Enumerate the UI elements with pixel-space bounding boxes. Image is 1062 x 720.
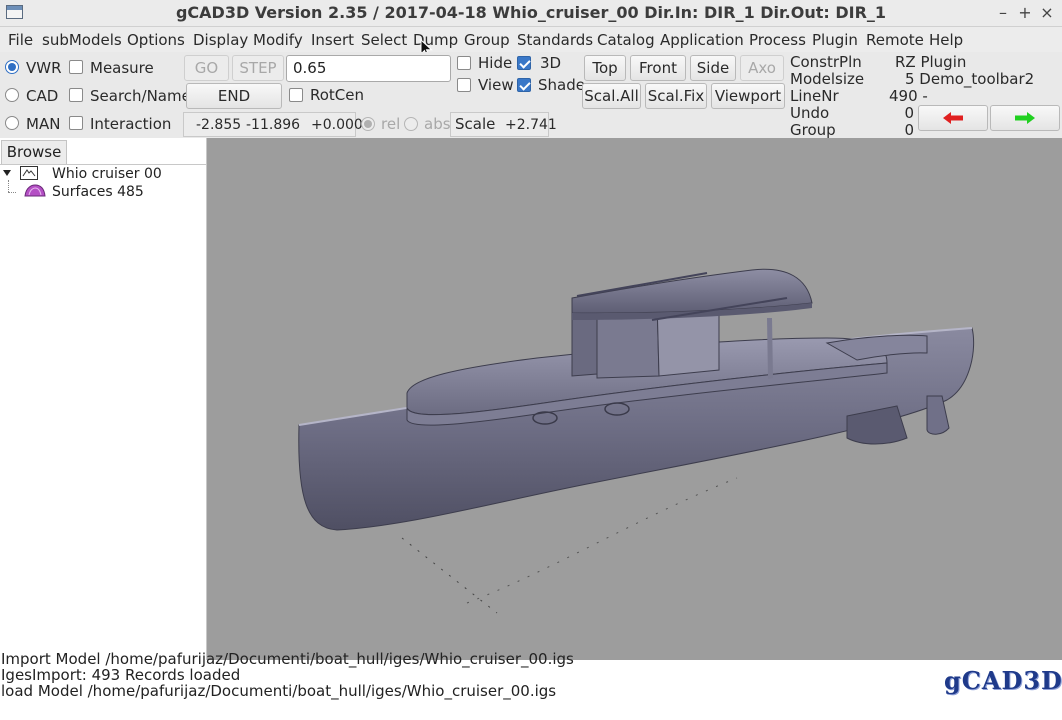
mode-vwr-radio[interactable] xyxy=(5,60,19,74)
mode-man-label: MAN xyxy=(26,115,61,133)
step-button[interactable]: STEP xyxy=(232,55,284,81)
constrpln-value: RZ Plugin xyxy=(895,53,967,71)
scale-value: +2.741 xyxy=(505,117,557,133)
close-icon[interactable]: × xyxy=(1038,3,1056,22)
boat-model-render xyxy=(298,268,975,614)
rel-label: rel xyxy=(381,115,401,133)
search-name-checkbox[interactable] xyxy=(69,88,83,102)
menu-catalog[interactable]: Catalog xyxy=(597,31,655,49)
measure-checkbox[interactable] xyxy=(69,60,83,74)
message-area: Import Model /home/pafurijaz/Documenti/b… xyxy=(0,650,935,720)
browser-panel: Whio cruiser 00 Surfaces 485 xyxy=(0,138,207,660)
shade-checkbox[interactable] xyxy=(517,78,531,92)
model-file-icon xyxy=(20,166,38,180)
mode-man-radio[interactable] xyxy=(5,116,19,130)
rotcen-label: RotCen xyxy=(310,86,365,104)
menu-bar: File subModels Options Display Modify In… xyxy=(0,27,1062,58)
maximize-icon[interactable]: + xyxy=(1016,3,1034,22)
mode-cad-label: CAD xyxy=(26,87,59,105)
interaction-label: Interaction xyxy=(90,115,172,133)
scale-all-button[interactable]: Scal.All xyxy=(582,83,641,109)
coord-y: -11.896 xyxy=(246,117,301,133)
search-name-label: Search/Name xyxy=(90,87,191,105)
top-view-button[interactable]: Top xyxy=(584,55,626,81)
constrpln-key: ConstrPln xyxy=(790,53,862,71)
scale-fix-button[interactable]: Scal.Fix xyxy=(645,83,707,109)
scale-label: Scale xyxy=(455,115,496,133)
coord-z: +0.000 xyxy=(311,117,363,133)
rel-radio[interactable] xyxy=(361,117,375,131)
side-view-button[interactable]: Side xyxy=(690,55,736,81)
hide-label: Hide xyxy=(478,54,513,72)
shade-label: Shade xyxy=(538,76,585,94)
tree-connector-h xyxy=(8,192,16,194)
group-value: 0 xyxy=(904,121,914,139)
step-value-input[interactable]: 0.65 xyxy=(286,55,451,82)
surfaces-icon xyxy=(24,184,46,197)
menu-insert[interactable]: Insert xyxy=(311,31,354,49)
tree-root-label[interactable]: Whio cruiser 00 xyxy=(52,166,162,182)
menu-submodels[interactable]: subModels xyxy=(42,31,122,49)
menu-plugin[interactable]: Plugin xyxy=(812,31,858,49)
view-label: View xyxy=(478,76,514,94)
browse-tab[interactable]: Browse xyxy=(1,140,67,164)
measure-label: Measure xyxy=(90,59,154,77)
linenr-key: LineNr xyxy=(790,87,839,105)
tree-connector xyxy=(8,180,10,192)
interaction-checkbox[interactable] xyxy=(69,116,83,130)
message-line: load Model /home/pafurijaz/Documenti/boa… xyxy=(1,682,557,700)
menu-remote[interactable]: Remote xyxy=(866,31,924,49)
abs-radio[interactable] xyxy=(404,117,418,131)
toolbar: VWR CAD MAN Measure Search/Name Interact… xyxy=(0,52,1062,139)
tree-child-label[interactable]: Surfaces 485 xyxy=(52,184,144,200)
axo-view-button[interactable]: Axo xyxy=(740,55,784,81)
undo-key: Undo xyxy=(790,104,830,122)
group-key: Group xyxy=(790,121,836,139)
redo-arrow-button[interactable] xyxy=(990,105,1060,131)
menu-process[interactable]: Process xyxy=(749,31,806,49)
undo-arrow-button[interactable] xyxy=(918,105,988,131)
menu-options[interactable]: Options xyxy=(127,31,185,49)
logo-text: gCAD3D xyxy=(944,666,1062,695)
3d-viewport[interactable] xyxy=(207,138,1062,660)
mode-cad-radio[interactable] xyxy=(5,88,19,102)
browser-divider xyxy=(0,164,206,165)
hide-checkbox[interactable] xyxy=(457,56,471,70)
minimize-icon[interactable]: – xyxy=(994,3,1012,22)
menu-modify[interactable]: Modify xyxy=(253,31,303,49)
3d-label: 3D xyxy=(540,54,562,72)
go-button[interactable]: GO xyxy=(184,55,229,81)
expand-triangle-icon[interactable] xyxy=(3,169,12,178)
menu-file[interactable]: File xyxy=(8,31,33,49)
menu-help[interactable]: Help xyxy=(929,31,963,49)
menu-application[interactable]: Application xyxy=(660,31,744,49)
mode-vwr-label: VWR xyxy=(26,59,62,77)
menu-standards[interactable]: Standards xyxy=(517,31,593,49)
window-title: gCAD3D Version 2.35 / 2017-04-18 Whio_cr… xyxy=(175,3,887,22)
gcad3d-logo: gCAD3D xyxy=(935,660,1062,720)
menu-display[interactable]: Display xyxy=(193,31,248,49)
undo-value: 0 xyxy=(904,104,914,122)
view-checkbox[interactable] xyxy=(457,78,471,92)
modelsize-value: 5 Demo_toolbar2 xyxy=(905,70,1035,88)
rotcen-checkbox[interactable] xyxy=(289,88,303,102)
title-bar: gCAD3D Version 2.35 / 2017-04-18 Whio_cr… xyxy=(0,0,1062,27)
arrow-right-icon xyxy=(1015,112,1035,124)
menu-group[interactable]: Group xyxy=(464,31,510,49)
3d-checkbox[interactable] xyxy=(517,56,531,70)
menu-select[interactable]: Select xyxy=(361,31,407,49)
linenr-value: 490 - xyxy=(889,87,928,105)
viewport-button[interactable]: Viewport xyxy=(711,83,785,109)
abs-label: abs xyxy=(424,115,451,133)
arrow-left-icon xyxy=(943,112,963,124)
end-button[interactable]: END xyxy=(186,83,282,109)
coord-x: -2.855 xyxy=(196,117,242,133)
front-view-button[interactable]: Front xyxy=(630,55,686,81)
modelsize-key: Modelsize xyxy=(790,70,865,88)
